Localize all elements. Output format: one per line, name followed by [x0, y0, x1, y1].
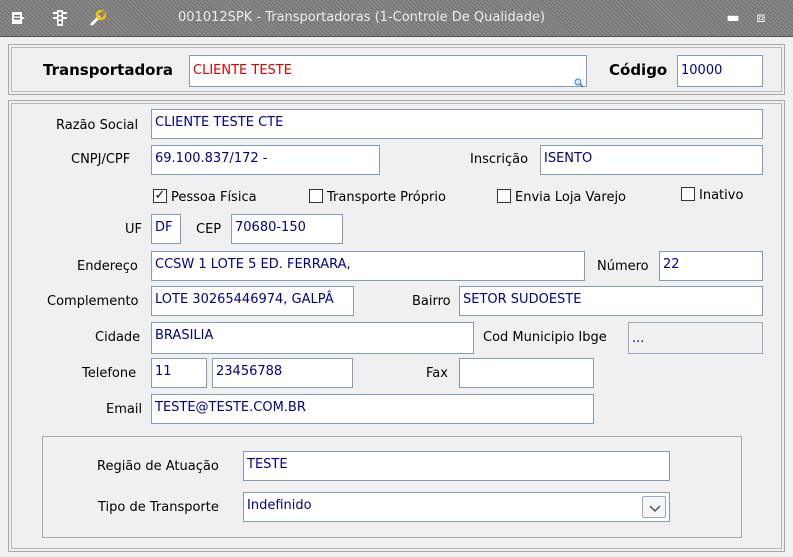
tipo-transporte-select[interactable]: Indefinido — [243, 492, 670, 522]
fax-input[interactable] — [459, 358, 594, 388]
title-bar: 001012SPK - Transportadoras (1-Controle … — [0, 0, 793, 37]
email-input[interactable]: TESTE@TESTE.COM.BR — [151, 394, 594, 424]
cidade-label: Cidade — [95, 330, 141, 345]
cep-label: CEP — [196, 222, 222, 237]
checkmark-icon: ✓ — [154, 188, 166, 203]
envia-loja-label[interactable]: Envia Loja Varejo — [515, 190, 626, 206]
regiao-label: Região de Atuação — [97, 459, 219, 474]
tipo-transporte-label: Tipo de Transporte — [98, 500, 219, 515]
complemento-input[interactable]: LOTE 30265446974, GALPÂ — [151, 286, 354, 316]
razao-social-input[interactable]: CLIENTE TESTE CTE — [151, 109, 763, 139]
fax-label: Fax — [426, 366, 448, 381]
codigo-label: Código — [609, 61, 668, 79]
envia-loja-checkbox[interactable] — [497, 189, 511, 203]
cep-input[interactable]: 70680-150 — [231, 214, 343, 244]
wrench-icon[interactable] — [88, 8, 108, 28]
cod-municipio-input[interactable]: ... — [628, 322, 763, 354]
codigo-input[interactable]: 10000 — [677, 55, 763, 87]
transporte-proprio-label[interactable]: Transporte Próprio — [327, 190, 446, 206]
inscricao-input[interactable]: ISENTO — [540, 145, 763, 175]
pessoa-fisica-label[interactable]: Pessoa Física — [171, 190, 257, 206]
numero-label: Número — [597, 259, 649, 274]
telefone-numero-input[interactable]: 23456788 — [212, 358, 353, 388]
magnifier-icon[interactable] — [574, 77, 584, 88]
cod-municipio-label: Cod Municipio Ibge — [483, 330, 607, 345]
document-icon[interactable] — [8, 8, 28, 28]
inativo-label[interactable]: Inativo — [699, 188, 743, 204]
endereco-input[interactable]: CCSW 1 LOTE 5 ED. FERRARA, — [151, 251, 585, 281]
numero-input[interactable]: 22 — [659, 251, 763, 281]
minimize-icon[interactable]: ▬ — [724, 9, 742, 27]
razao-social-label: Razão Social — [56, 118, 139, 133]
inativo-checkbox[interactable] — [681, 187, 695, 201]
regiao-input[interactable]: TESTE — [243, 451, 670, 481]
bairro-input[interactable]: SETOR SUDOESTE — [459, 286, 763, 316]
dropdown-button[interactable] — [642, 496, 666, 518]
transporte-proprio-checkbox[interactable] — [309, 189, 323, 203]
restore-icon[interactable]: ⧈ — [752, 9, 770, 27]
complemento-label: Complemento — [47, 294, 139, 309]
window-title: 001012SPK - Transportadoras (1-Controle … — [178, 10, 546, 25]
endereco-label: Endereço — [77, 259, 138, 274]
traffic-light-icon[interactable] — [50, 8, 70, 28]
uf-input[interactable]: DF — [151, 214, 181, 244]
email-label: Email — [106, 402, 143, 417]
uf-label: UF — [125, 222, 142, 237]
inscricao-label: Inscrição — [470, 152, 529, 167]
cnpj-input[interactable]: 69.100.837/172 - — [151, 145, 380, 175]
pessoa-fisica-checkbox[interactable]: ✓ — [153, 189, 167, 203]
transportadora-input[interactable]: CLIENTE TESTE — [189, 55, 587, 87]
cnpj-label: CNPJ/CPF — [71, 152, 131, 167]
tipo-transporte-value: Indefinido — [247, 498, 312, 513]
transportadora-label: Transportadora — [43, 61, 174, 79]
chevron-down-icon — [649, 505, 661, 513]
cidade-input[interactable]: BRASILIA — [151, 322, 474, 354]
telefone-label: Telefone — [82, 366, 137, 381]
telefone-ddd-input[interactable]: 11 — [151, 358, 207, 388]
bairro-label: Bairro — [412, 294, 451, 309]
